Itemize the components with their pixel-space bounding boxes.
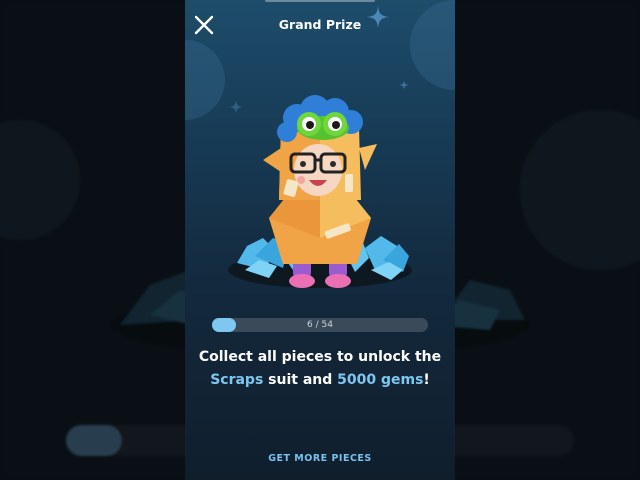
description-part1: Collect all pieces to unlock the [198,349,442,365]
grand-prize-modal: Grand Prize 6 / 54 Collect all pieces to… [185,0,455,480]
suit-name: Scraps [210,372,264,388]
get-more-pieces-button[interactable]: GET MORE PIECES [185,453,455,464]
modal-title: Grand Prize [278,17,362,32]
sparkle-icon [367,6,389,28]
description-part2: suit and [263,372,338,388]
top-handle [265,0,375,2]
description-part3: ! [423,372,430,388]
scraps-character-illustration [228,95,412,288]
cloud-decoration [410,0,455,90]
progress-text: 6 / 54 [307,320,333,330]
gems-amount: 5000 gems [337,372,424,388]
prize-description: Collect all pieces to unlock the Scraps … [195,346,445,392]
pieces-progress-bar: 6 / 54 [212,318,428,332]
